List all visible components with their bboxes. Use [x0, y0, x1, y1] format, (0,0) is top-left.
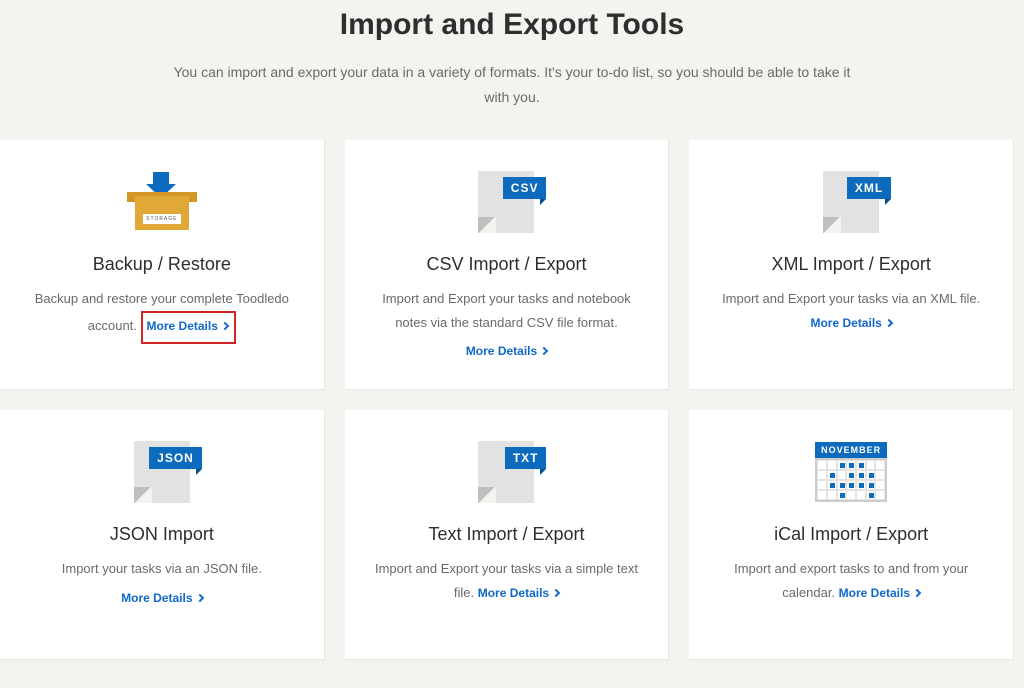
card-description: Import and Export your tasks and noteboo…	[369, 287, 645, 334]
file-xml-icon: XML	[823, 171, 879, 233]
tool-card: CSV CSV Import / Export Import and Expor…	[345, 140, 670, 390]
card-title: XML Import / Export	[713, 254, 989, 275]
more-details-label: More Details	[810, 316, 881, 330]
more-details-link[interactable]: More Details	[24, 591, 300, 605]
card-title: Backup / Restore	[14, 254, 310, 275]
chevron-right-icon	[552, 589, 560, 597]
more-details-label: More Details	[121, 591, 192, 605]
more-details-link[interactable]: More Details	[369, 344, 645, 358]
card-description: Import and Export your tasks via a simpl…	[369, 557, 645, 604]
card-description: Import and Export your tasks via an XML …	[713, 287, 989, 334]
page-subtitle: You can import and export your data in a…	[162, 60, 862, 110]
chevron-right-icon	[885, 319, 893, 327]
card-title: JSON Import	[24, 524, 300, 545]
file-csv-icon: CSV	[478, 171, 534, 233]
card-description: Backup and restore your complete Toodled…	[14, 287, 310, 344]
more-details-label: More Details	[478, 586, 549, 600]
file-json-icon: JSON	[134, 441, 190, 503]
more-details-link[interactable]: More Details	[810, 316, 891, 330]
card-description: Import and export tasks to and from your…	[713, 557, 989, 604]
more-details-label: More Details	[839, 586, 910, 600]
chevron-right-icon	[195, 594, 203, 602]
more-details-label: More Details	[147, 319, 218, 333]
tool-card: JSON JSON Import Import your tasks via a…	[0, 410, 325, 660]
more-details-label: More Details	[466, 344, 537, 358]
chevron-right-icon	[540, 347, 548, 355]
tool-card: XML XML Import / Export Import and Expor…	[689, 140, 1014, 390]
chevron-right-icon	[913, 589, 921, 597]
more-details-link[interactable]: More Details	[141, 311, 236, 345]
card-title: Text Import / Export	[369, 524, 645, 545]
card-title: CSV Import / Export	[369, 254, 645, 275]
card-description: Import your tasks via an JSON file.	[24, 557, 300, 580]
page-title: Import and Export Tools	[20, 8, 1004, 42]
file-txt-icon: TXT	[478, 441, 534, 503]
tool-card: NOVEMBER iCal Import / Export Import and…	[689, 410, 1014, 660]
storage-box-icon: STORAGE	[127, 172, 197, 232]
more-details-link[interactable]: More Details	[839, 586, 920, 600]
more-details-link[interactable]: More Details	[478, 586, 559, 600]
card-title: iCal Import / Export	[713, 524, 989, 545]
tool-card: STORAGE Backup / Restore Backup and rest…	[0, 140, 325, 390]
chevron-right-icon	[221, 322, 229, 330]
calendar-icon: NOVEMBER	[815, 442, 887, 502]
tool-card: TXT Text Import / Export Import and Expo…	[345, 410, 670, 660]
